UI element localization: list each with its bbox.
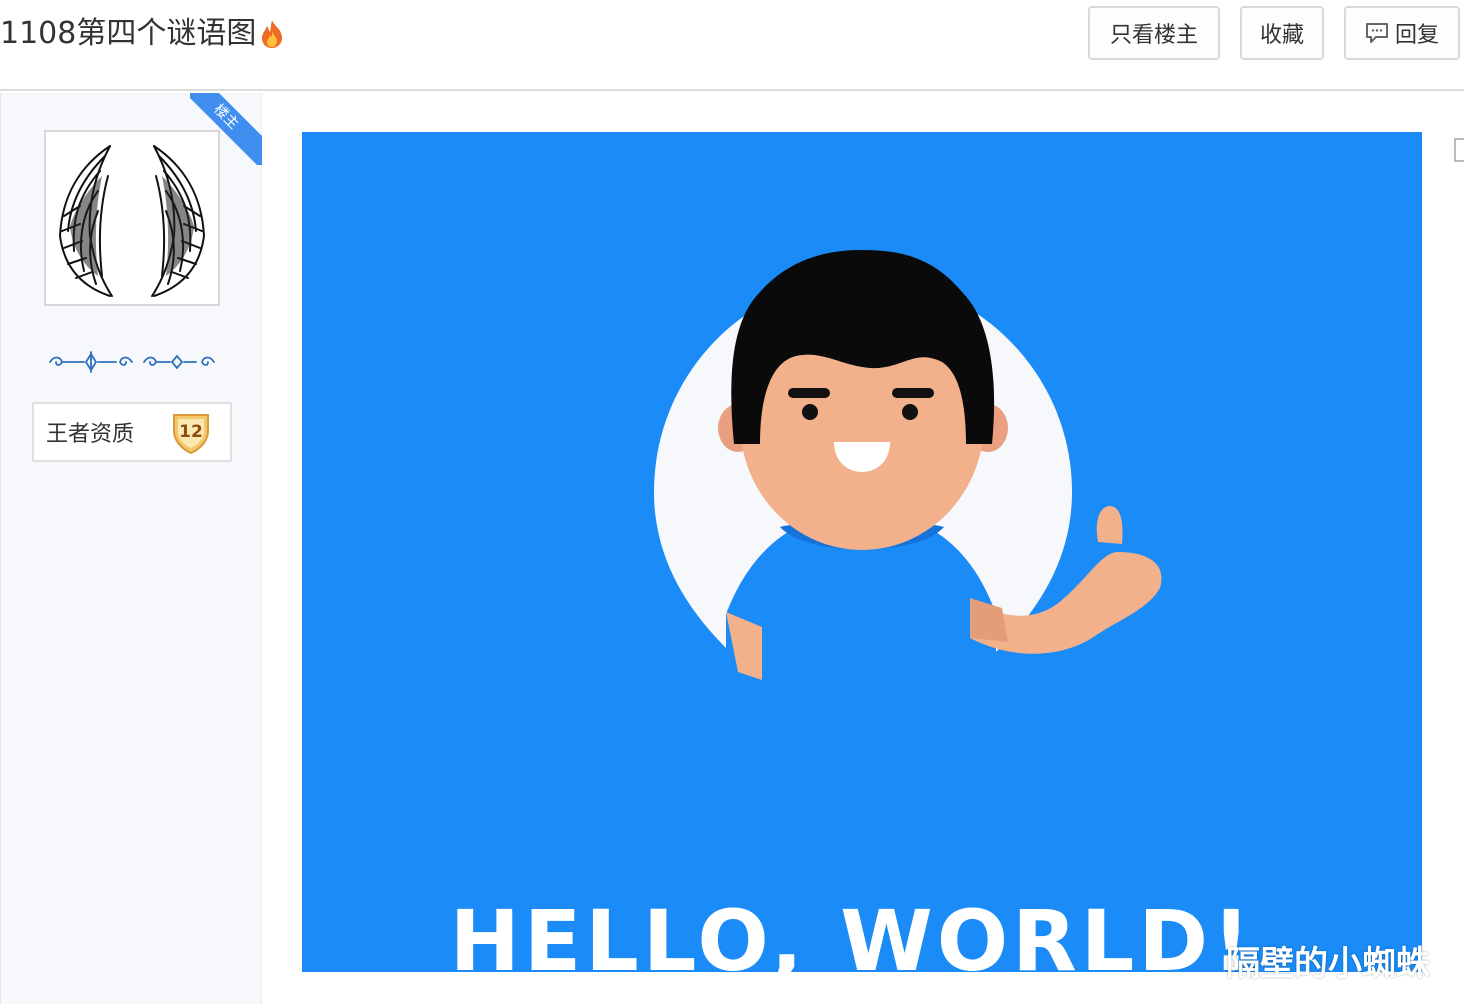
reply-button[interactable]: 回复 — [1344, 6, 1460, 60]
post-image[interactable]: HELLO, WORLD! — [302, 132, 1422, 972]
favorite-button[interactable]: 收藏 — [1240, 6, 1324, 60]
reply-button-label: 回复 — [1394, 23, 1439, 48]
level-shield-icon: 12 — [173, 414, 209, 455]
avatar[interactable] — [44, 130, 220, 306]
title-badge-label: 王者资质 — [46, 422, 135, 447]
ornament-divider-icon — [49, 351, 215, 373]
post-page: 1108第四个谜语图 只看楼主 收藏 回复 楼主 王者资质 12 HELLO, … — [0, 0, 1464, 1004]
post-header: 1108第四个谜语图 只看楼主 收藏 回复 — [0, 0, 1464, 91]
only-op-button[interactable]: 只看楼主 — [1088, 6, 1220, 60]
comment-icon — [1365, 23, 1388, 43]
favorite-button-label: 收藏 — [1259, 23, 1304, 48]
only-op-button-label: 只看楼主 — [1109, 23, 1198, 48]
flame-icon — [262, 20, 283, 48]
post-title-text: 1108第四个谜语图 — [0, 16, 257, 51]
title-badge[interactable]: 王者资质 12 — [32, 402, 232, 462]
hello-world-illustration — [654, 250, 1162, 692]
level-number: 12 — [179, 422, 203, 442]
image-toggle-icon[interactable] — [1454, 138, 1464, 162]
post-title: 1108第四个谜语图 — [0, 14, 286, 54]
angel-wings-icon — [58, 145, 206, 297]
watermark: 隔壁的小蜘蛛 — [1226, 944, 1430, 984]
